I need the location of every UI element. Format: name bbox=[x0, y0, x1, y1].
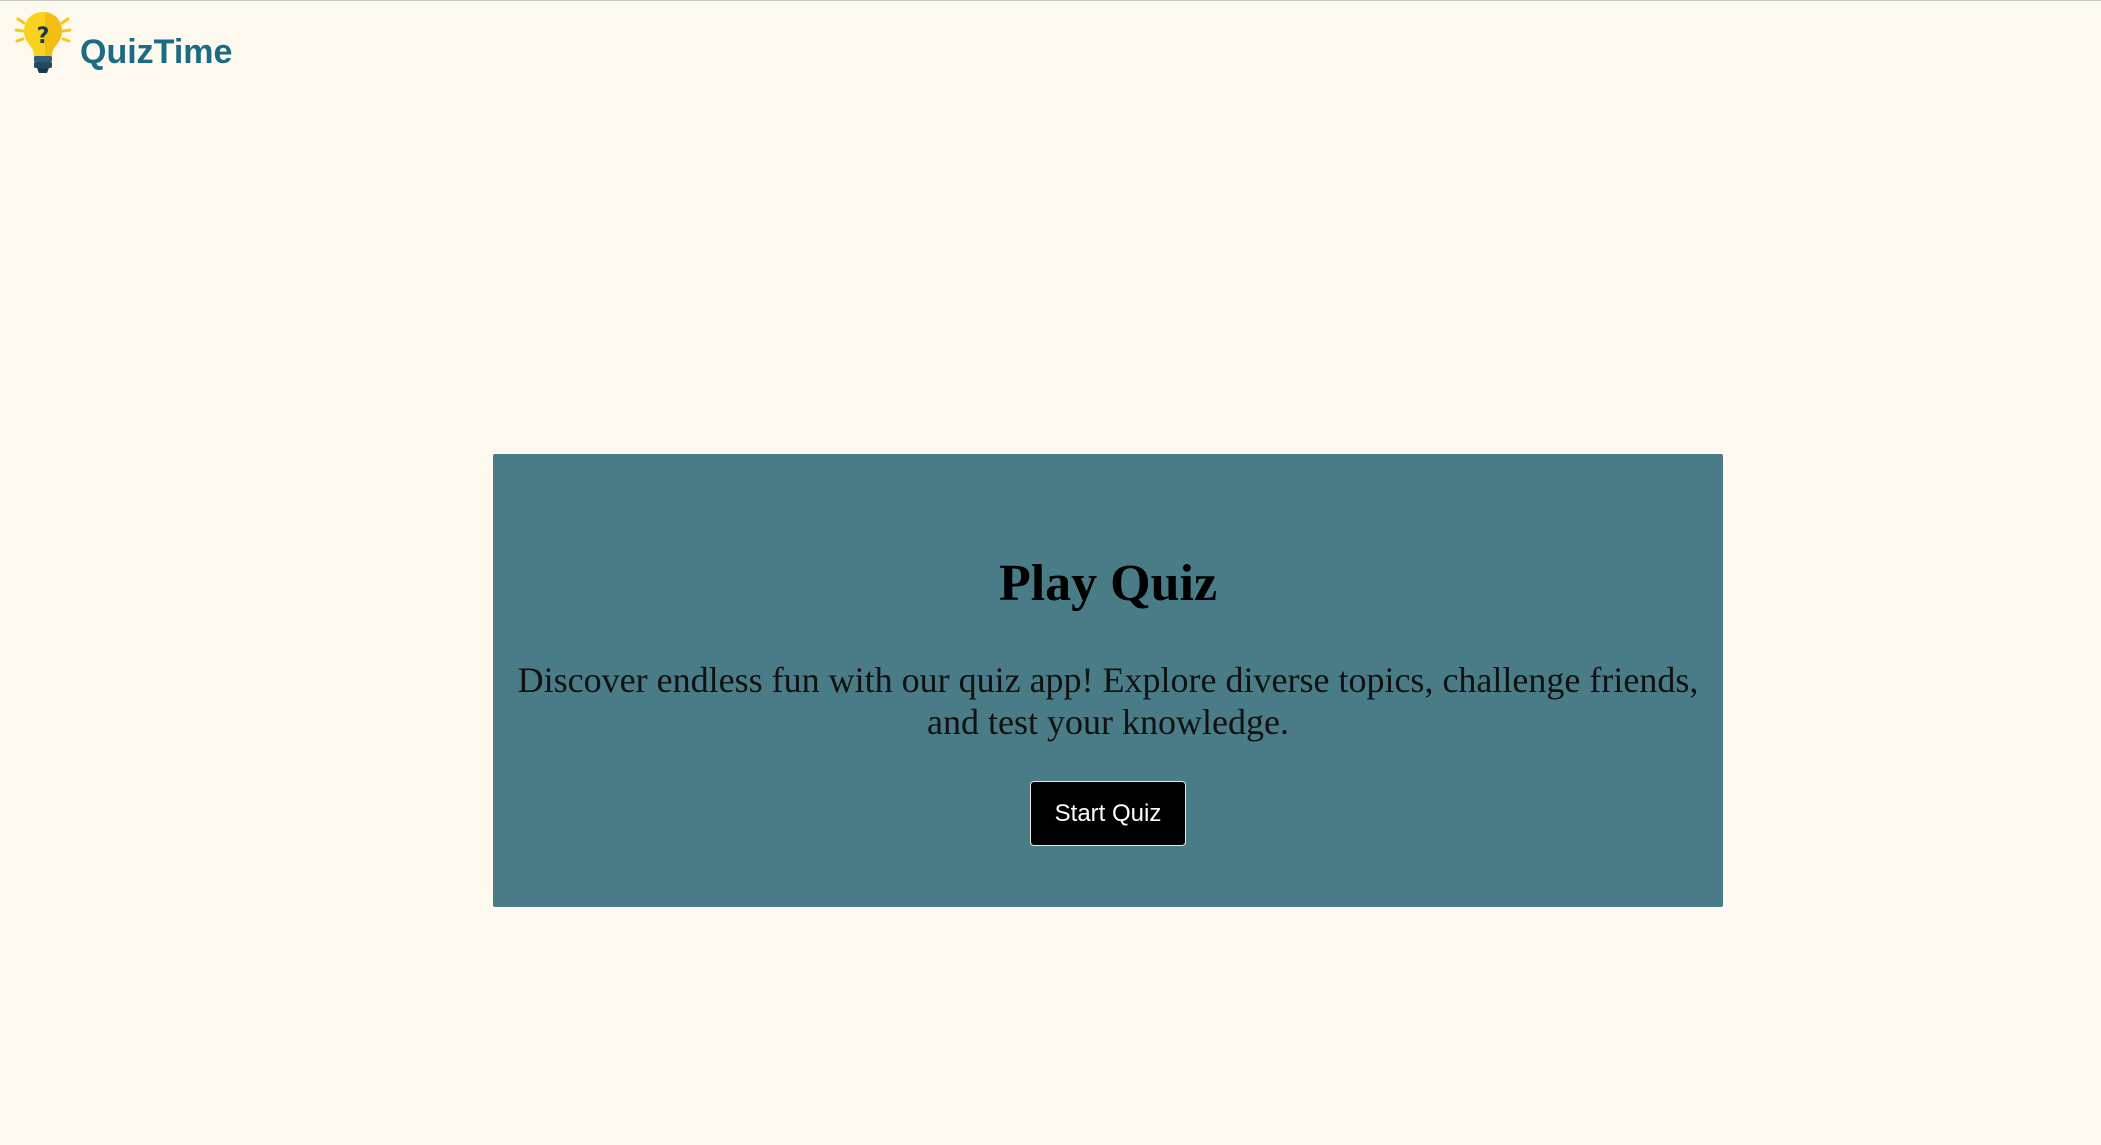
lightbulb-question-icon: ? bbox=[14, 12, 72, 73]
quiz-description: Discover endless fun with our quiz app! … bbox=[517, 660, 1699, 742]
brand-name: QuizTime bbox=[80, 33, 233, 71]
start-quiz-button[interactable]: Start Quiz bbox=[1030, 781, 1186, 846]
svg-text:?: ? bbox=[37, 24, 50, 49]
brand-header[interactable]: ? QuizTime bbox=[12, 10, 232, 76]
page-title: Play Quiz bbox=[998, 555, 1218, 612]
play-quiz-card: Play Quiz Discover endless fun with our … bbox=[493, 454, 1723, 907]
top-divider bbox=[0, 0, 2101, 1]
